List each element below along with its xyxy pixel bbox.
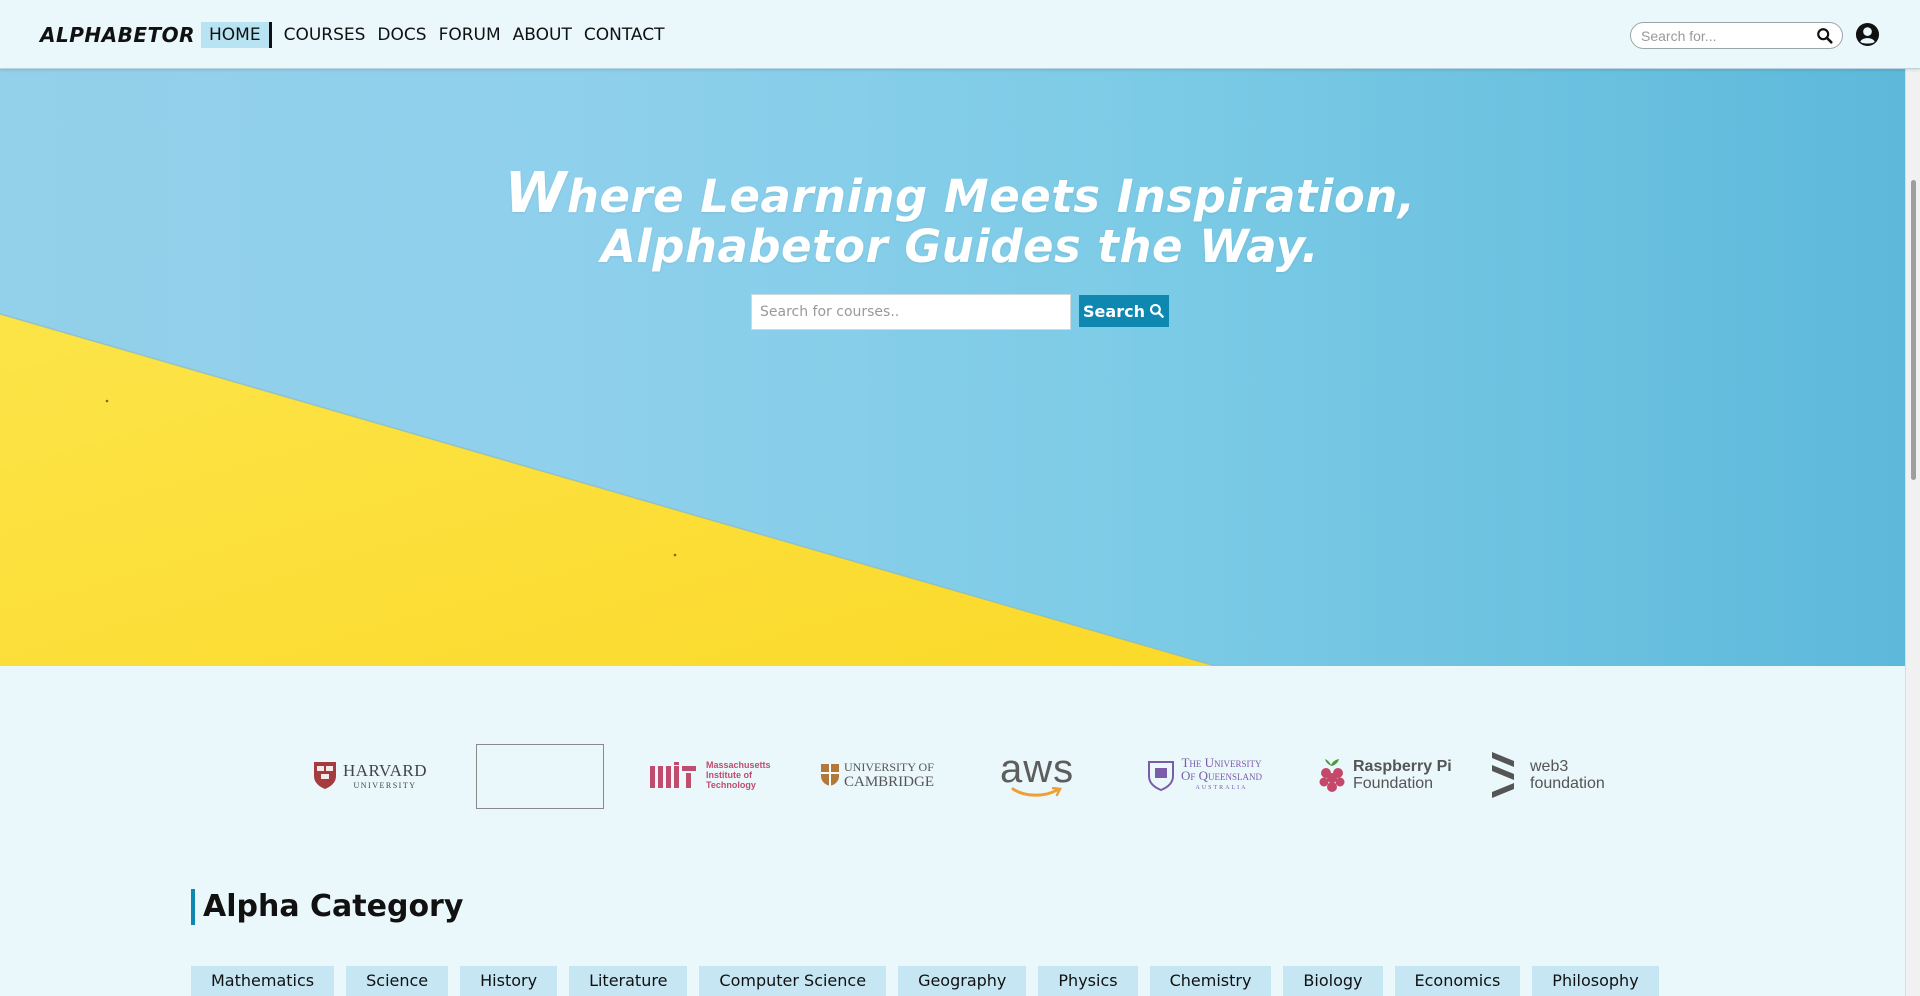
course-search-input[interactable]	[752, 295, 1070, 329]
queensland-line3: AUSTRALIA	[1195, 784, 1248, 791]
category-chip-economics[interactable]: Economics	[1394, 966, 1521, 996]
category-chip-chemistry[interactable]: Chemistry	[1149, 966, 1272, 996]
web3-line1: web3	[1530, 758, 1569, 775]
course-search-button[interactable]: Search	[1079, 295, 1169, 327]
queensland-line1: The University	[1181, 754, 1262, 770]
category-list: Mathematics Science History Literature C…	[191, 966, 1659, 996]
page-scrollbar[interactable]	[1905, 0, 1920, 996]
category-chip-biology[interactable]: Biology	[1283, 966, 1383, 996]
cambridge-logo[interactable]: UNIVERSITY OF CAMBRIDGE	[820, 740, 934, 810]
aws-smile-icon	[1011, 787, 1062, 797]
mit-line2: Institute of	[706, 770, 752, 780]
hero-title-initial: W	[504, 161, 567, 226]
queensland-crest-icon	[1148, 761, 1174, 792]
harvard-logo[interactable]: HARVARD UNIVERSITY	[313, 740, 427, 810]
raspberry-line1: Raspberry Pi	[1353, 758, 1452, 775]
nav-link-contact[interactable]: CONTACT	[578, 22, 671, 48]
category-chip-literature[interactable]: Literature	[569, 966, 688, 996]
top-navbar: ALPHABETOR HOME COURSES DOCS FORUM ABOUT…	[0, 0, 1920, 69]
nav-link-about[interactable]: ABOUT	[507, 22, 578, 48]
cambridge-line2: CAMBRIDGE	[844, 774, 935, 790]
harvard-sub: UNIVERSITY	[353, 780, 417, 790]
web3-mark-icon	[1492, 752, 1514, 798]
mit-line3: Technology	[706, 780, 756, 790]
nav-search-input[interactable]	[1641, 27, 1811, 45]
mit-mark-icon	[650, 762, 696, 788]
nav-links: HOME COURSES DOCS FORUM ABOUT CONTACT	[201, 21, 670, 48]
nav-link-forum[interactable]: FORUM	[433, 22, 507, 48]
raspberry-icon	[1319, 759, 1345, 792]
hero-background-shape	[0, 313, 1216, 666]
nav-link-courses[interactable]: COURSES	[278, 22, 372, 48]
harvard-name: HARVARD	[343, 760, 428, 780]
scrollbar-thumb[interactable]	[1911, 180, 1916, 480]
category-section-title: Alpha Category	[191, 889, 463, 925]
broken-logo-placeholder	[476, 744, 604, 809]
hero-banner: Where Learning Meets Inspiration, Alphab…	[0, 69, 1920, 666]
raspberry-pi-logo[interactable]: Raspberry Pi Foundation	[1317, 740, 1452, 810]
user-circle-icon[interactable]	[1855, 22, 1880, 47]
web3-line2: foundation	[1530, 775, 1605, 792]
cambridge-shield-icon	[821, 764, 839, 786]
web3-foundation-logo[interactable]: web3 foundation	[1488, 740, 1605, 810]
hero-title-line2: Alphabetor Guides the Way.	[600, 220, 1320, 273]
category-chip-science[interactable]: Science	[346, 966, 449, 996]
nav-link-home[interactable]: HOME	[201, 21, 272, 48]
queensland-logo[interactable]: The University Of Queensland AUSTRALIA	[1147, 740, 1262, 810]
aws-name: aws	[1000, 747, 1075, 791]
mit-logo[interactable]: Massachusetts Institute of Technology	[650, 740, 771, 810]
aws-logo[interactable]: aws	[1000, 740, 1074, 810]
search-button-label: Search	[1083, 301, 1145, 321]
nav-link-docs[interactable]: DOCS	[371, 22, 432, 48]
category-chip-computer-science[interactable]: Computer Science	[699, 966, 887, 996]
mit-line1: Massachusetts	[706, 760, 771, 770]
raspberry-line2: Foundation	[1353, 775, 1434, 792]
search-icon[interactable]	[1816, 27, 1834, 45]
course-search-box	[751, 294, 1071, 330]
queensland-line2: Of Queensland	[1181, 767, 1263, 783]
category-chip-history[interactable]: History	[460, 966, 558, 996]
search-icon	[1149, 303, 1164, 318]
cambridge-line1: UNIVERSITY OF	[844, 760, 934, 774]
hero-title: Where Learning Meets Inspiration, Alphab…	[0, 166, 1920, 273]
category-chip-geography[interactable]: Geography	[898, 966, 1027, 996]
category-chip-philosophy[interactable]: Philosophy	[1532, 966, 1659, 996]
hero-title-line1: here Learning Meets Inspiration,	[566, 170, 1416, 223]
category-chip-physics[interactable]: Physics	[1038, 966, 1138, 996]
brand-logo[interactable]: ALPHABETOR	[40, 23, 195, 47]
harvard-shield-icon	[314, 762, 336, 789]
partner-logos: HARVARD UNIVERSITY Massachusetts Institu…	[0, 740, 1920, 820]
category-chip-mathematics[interactable]: Mathematics	[191, 966, 335, 996]
nav-search-box	[1630, 22, 1843, 49]
